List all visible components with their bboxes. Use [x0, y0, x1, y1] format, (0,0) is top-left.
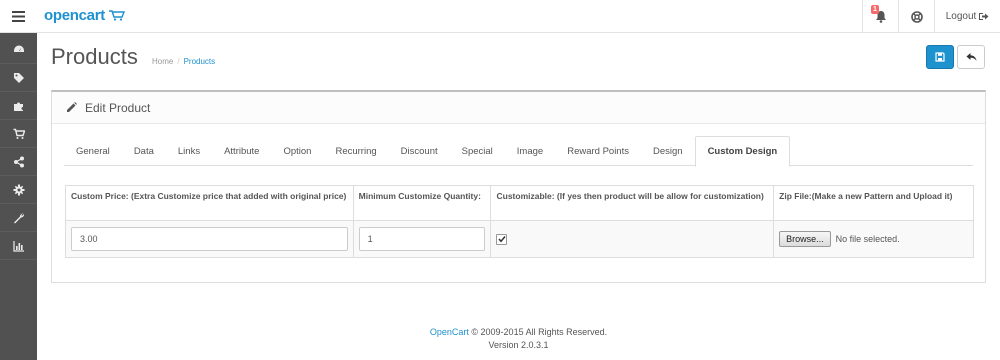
- table-header-row: Custom Price: (Extra Customize price tha…: [65, 185, 974, 221]
- tab-custom-design[interactable]: Custom Design: [694, 136, 791, 167]
- reply-icon: [966, 53, 976, 61]
- file-status: No file selected.: [835, 234, 900, 244]
- tab-special[interactable]: Special: [450, 136, 505, 166]
- opencart-link[interactable]: OpenCart: [430, 327, 469, 337]
- min-quantity-cell: [352, 220, 492, 258]
- help-button[interactable]: [898, 0, 934, 33]
- floppy-disk-icon: [935, 52, 945, 62]
- sidebar-item-extensions[interactable]: [0, 92, 37, 120]
- version-text: Version 2.0.3.1: [488, 340, 549, 350]
- checkmark-icon: [498, 236, 506, 243]
- column-header-zip-file: Zip File:(Make a new Pattern and Upload …: [773, 185, 974, 221]
- cart-icon: [13, 128, 25, 139]
- sidebar-item-dashboard[interactable]: [0, 36, 37, 64]
- brand-logo[interactable]: opencart: [44, 7, 125, 24]
- custom-design-table: Custom Price: (Extra Customize price tha…: [65, 185, 974, 258]
- tab-reward-points[interactable]: Reward Points: [555, 136, 641, 166]
- logout-button[interactable]: Logout: [934, 0, 1000, 33]
- bar-chart-icon: [12, 240, 24, 252]
- breadcrumb-home-link[interactable]: Home: [152, 57, 173, 66]
- wrench-icon: [13, 212, 24, 223]
- tab-links[interactable]: Links: [166, 136, 212, 166]
- sidebar-item-sales[interactable]: [0, 120, 37, 148]
- footer: OpenCart © 2009-2015 All Rights Reserved…: [37, 326, 1000, 352]
- hamburger-icon: [12, 11, 25, 22]
- tab-image[interactable]: Image: [505, 136, 555, 166]
- gear-icon: [13, 184, 24, 195]
- table-row: Browse... No file selected.: [65, 220, 974, 258]
- copyright-text: © 2009-2015 All Rights Reserved.: [471, 327, 608, 337]
- zip-file-cell: Browse... No file selected.: [773, 220, 974, 258]
- save-button[interactable]: [926, 45, 954, 69]
- column-header-min-quantity: Minimum Customize Quantity:: [352, 185, 492, 221]
- logout-label: Logout: [945, 11, 977, 22]
- breadcrumb-products-link[interactable]: Products: [184, 57, 216, 66]
- tab-recurring[interactable]: Recurring: [323, 136, 388, 166]
- column-header-custom-price: Custom Price: (Extra Customize price tha…: [65, 185, 354, 221]
- min-quantity-input[interactable]: [358, 227, 486, 251]
- customizable-cell: [490, 220, 775, 258]
- sign-out-icon: [979, 13, 989, 20]
- sidebar-item-tools[interactable]: [0, 204, 37, 232]
- lifebuoy-icon: [910, 10, 923, 23]
- alert-badge: 1: [871, 5, 879, 14]
- zip-file-input: Browse... No file selected.: [779, 231, 968, 247]
- column-header-customizable: Customizable: (If yes then product will …: [490, 185, 775, 221]
- sidebar-item-reports[interactable]: [0, 232, 37, 260]
- browse-button[interactable]: Browse...: [779, 231, 831, 247]
- tab-attribute[interactable]: Attribute: [212, 136, 271, 166]
- page-title: Products: [51, 44, 138, 69]
- puzzle-icon: [13, 102, 23, 111]
- sidebar: [0, 33, 37, 360]
- tab-discount[interactable]: Discount: [389, 136, 450, 166]
- brand-name: opencart: [44, 7, 105, 24]
- sidebar-item-system[interactable]: [0, 176, 37, 204]
- product-tabs: General Data Links Attribute Option Recu…: [64, 136, 973, 167]
- custom-price-cell: [65, 220, 354, 258]
- footer-copyright-line: OpenCart © 2009-2015 All Rights Reserved…: [37, 326, 1000, 339]
- edit-product-panel: Edit Product General Data Links Attribut…: [51, 90, 986, 283]
- sidebar-item-marketing[interactable]: [0, 148, 37, 176]
- back-button[interactable]: [957, 45, 985, 69]
- tab-data[interactable]: Data: [122, 136, 166, 166]
- share-icon: [13, 156, 24, 167]
- dashboard-icon: [13, 45, 24, 52]
- tab-general[interactable]: General: [64, 136, 122, 166]
- custom-price-input[interactable]: [71, 227, 348, 251]
- pencil-icon: [67, 102, 77, 112]
- panel-heading: Edit Product: [52, 92, 985, 124]
- sidebar-item-catalog[interactable]: [0, 64, 37, 92]
- top-header: opencart 1 Logout: [0, 0, 1000, 33]
- panel-title: Edit Product: [85, 100, 151, 115]
- menu-toggle-button[interactable]: [0, 0, 37, 33]
- logo-cart-icon: [108, 10, 125, 21]
- breadcrumb-separator: /: [177, 57, 180, 66]
- alerts-button[interactable]: 1: [862, 0, 898, 33]
- tags-icon: [13, 72, 24, 83]
- breadcrumb: Home / Products: [152, 57, 215, 66]
- customizable-checkbox[interactable]: [496, 233, 508, 245]
- tab-option[interactable]: Option: [271, 136, 323, 166]
- tab-design[interactable]: Design: [641, 136, 695, 166]
